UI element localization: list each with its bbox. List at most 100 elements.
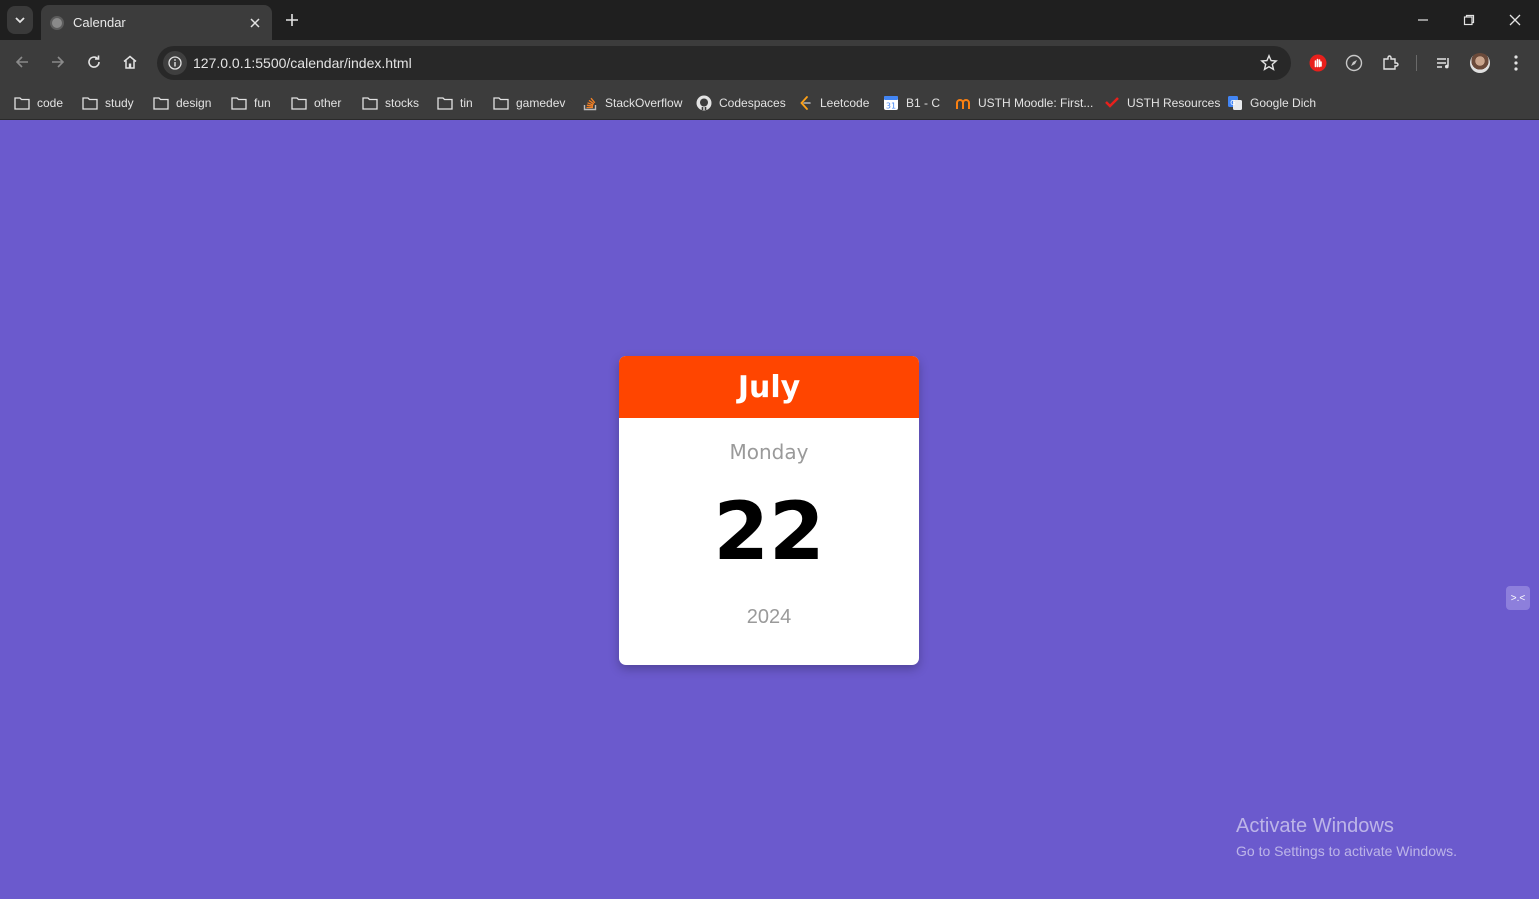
tab-search-button[interactable]	[7, 6, 33, 34]
reload-button[interactable]	[82, 50, 106, 74]
check-icon	[1104, 95, 1120, 111]
floating-widget-button[interactable]: >.<	[1506, 586, 1530, 610]
bookmark-folder-gamedev[interactable]: gamedev	[493, 92, 565, 114]
stackoverflow-icon	[582, 95, 598, 111]
bookmark-label: fun	[254, 96, 271, 110]
back-button[interactable]	[10, 50, 34, 74]
bookmark-label: Google Dich	[1250, 96, 1317, 110]
page-viewport: July Monday 22 2024 >.< Activate Windows…	[0, 121, 1539, 899]
bookmark-label: Codespaces	[719, 96, 786, 110]
arrow-right-icon	[52, 56, 65, 68]
widget-face-icon: >.<	[1510, 592, 1526, 604]
svg-text:31: 31	[886, 102, 896, 111]
star-icon	[1260, 54, 1278, 71]
reload-icon	[88, 55, 100, 68]
extension-adblock-button[interactable]	[1307, 52, 1329, 74]
translate-icon: G	[1227, 95, 1243, 111]
bookmark-folder-code[interactable]: code	[14, 92, 63, 114]
bookmark-label: tin	[460, 96, 473, 110]
windows-activation-watermark: Activate Windows Go to Settings to activ…	[1236, 815, 1457, 859]
calendar-day: 22	[713, 485, 825, 578]
bookmark-leetcode[interactable]: Leetcode	[797, 92, 869, 114]
bookmark-label: design	[176, 96, 212, 110]
bookmark-usth-resources[interactable]: USTH Resources	[1104, 92, 1220, 114]
toolbar-separator	[1416, 55, 1417, 71]
bookmark-folder-study[interactable]: study	[82, 92, 134, 114]
bookmark-label: study	[105, 96, 134, 110]
close-window-button[interactable]	[1492, 0, 1538, 40]
home-icon	[123, 55, 137, 69]
more-vertical-icon	[1514, 55, 1518, 71]
minimize-button[interactable]	[1400, 0, 1446, 40]
svg-text:G: G	[1230, 99, 1235, 107]
watermark-subtitle: Go to Settings to activate Windows.	[1236, 843, 1457, 859]
new-tab-button[interactable]	[282, 10, 302, 30]
arrow-left-icon	[15, 56, 28, 68]
info-icon	[168, 56, 182, 70]
site-info-button[interactable]	[163, 51, 187, 75]
folder-icon	[362, 95, 378, 111]
globe-icon	[50, 15, 64, 30]
forward-button[interactable]	[46, 50, 70, 74]
watermark-title: Activate Windows	[1236, 815, 1394, 837]
close-icon	[250, 17, 260, 28]
bookmark-folder-tin[interactable]: tin	[437, 92, 473, 114]
compass-icon	[1345, 54, 1363, 72]
browser-menu-button[interactable]	[1505, 52, 1527, 74]
browser-toolbar: 127.0.0.1:5500/calendar/index.html	[0, 40, 1539, 85]
moodle-icon	[955, 95, 971, 111]
restore-icon	[1463, 14, 1475, 26]
puzzle-icon	[1383, 55, 1399, 70]
extensions-button[interactable]	[1379, 52, 1401, 74]
bookmark-label: USTH Moodle: First...	[978, 96, 1094, 110]
bookmark-folder-design[interactable]: design	[153, 92, 211, 114]
bookmark-star-button[interactable]	[1259, 53, 1279, 73]
bookmark-folder-stocks[interactable]: stocks	[362, 92, 419, 114]
calendar-weekday: Monday	[729, 440, 809, 464]
tab-title: Calendar	[73, 15, 126, 30]
calendar-icon: 31	[883, 95, 899, 111]
folder-icon	[493, 95, 509, 111]
folder-icon	[437, 95, 453, 111]
close-icon	[1509, 14, 1521, 26]
profile-avatar[interactable]	[1470, 53, 1490, 73]
bookmark-folder-other[interactable]: other	[291, 92, 341, 114]
bookmarks-bar: code study design fun other stocks tin g…	[0, 85, 1539, 120]
restore-button[interactable]	[1446, 0, 1492, 40]
bookmark-codespaces[interactable]: Codespaces	[696, 92, 786, 114]
bookmark-google-dich[interactable]: G Google Dich	[1227, 92, 1316, 114]
bookmark-label: Leetcode	[820, 96, 870, 110]
folder-icon	[153, 95, 169, 111]
bookmark-label: StackOverflow	[605, 96, 683, 110]
media-controls-button[interactable]	[1433, 52, 1455, 74]
home-button[interactable]	[118, 50, 142, 74]
calendar-month: July	[619, 356, 919, 418]
playlist-icon	[1437, 58, 1449, 69]
bookmark-label: USTH Resources	[1127, 96, 1221, 110]
hand-stop-icon	[1309, 54, 1327, 72]
folder-icon	[14, 95, 30, 111]
calendar-year: 2024	[746, 606, 792, 628]
folder-icon	[82, 95, 98, 111]
bookmark-label: stocks	[385, 96, 420, 110]
bookmark-label: other	[314, 96, 342, 110]
calendar-card: July Monday 22 2024	[619, 356, 919, 665]
tab-calendar[interactable]: Calendar	[41, 5, 272, 40]
bookmark-folder-fun[interactable]: fun	[231, 92, 271, 114]
folder-icon	[291, 95, 307, 111]
tab-strip: Calendar	[0, 0, 1539, 40]
folder-icon	[231, 95, 247, 111]
address-bar[interactable]: 127.0.0.1:5500/calendar/index.html	[157, 46, 1291, 80]
bookmark-label: code	[37, 96, 64, 110]
bookmark-label: gamedev	[516, 96, 566, 110]
tab-close-button[interactable]	[247, 15, 263, 31]
bookmark-usth-moodle[interactable]: USTH Moodle: First...	[955, 92, 1093, 114]
bookmark-b1-c[interactable]: 31 B1 - C	[883, 92, 940, 114]
plus-icon	[286, 14, 298, 26]
github-icon	[696, 95, 712, 111]
bookmark-stackoverflow[interactable]: StackOverflow	[582, 92, 682, 114]
url-text: 127.0.0.1:5500/calendar/index.html	[193, 55, 412, 71]
bookmark-label: B1 - C	[906, 96, 941, 110]
minimize-icon	[1418, 19, 1428, 21]
extension-compass-button[interactable]	[1343, 52, 1365, 74]
